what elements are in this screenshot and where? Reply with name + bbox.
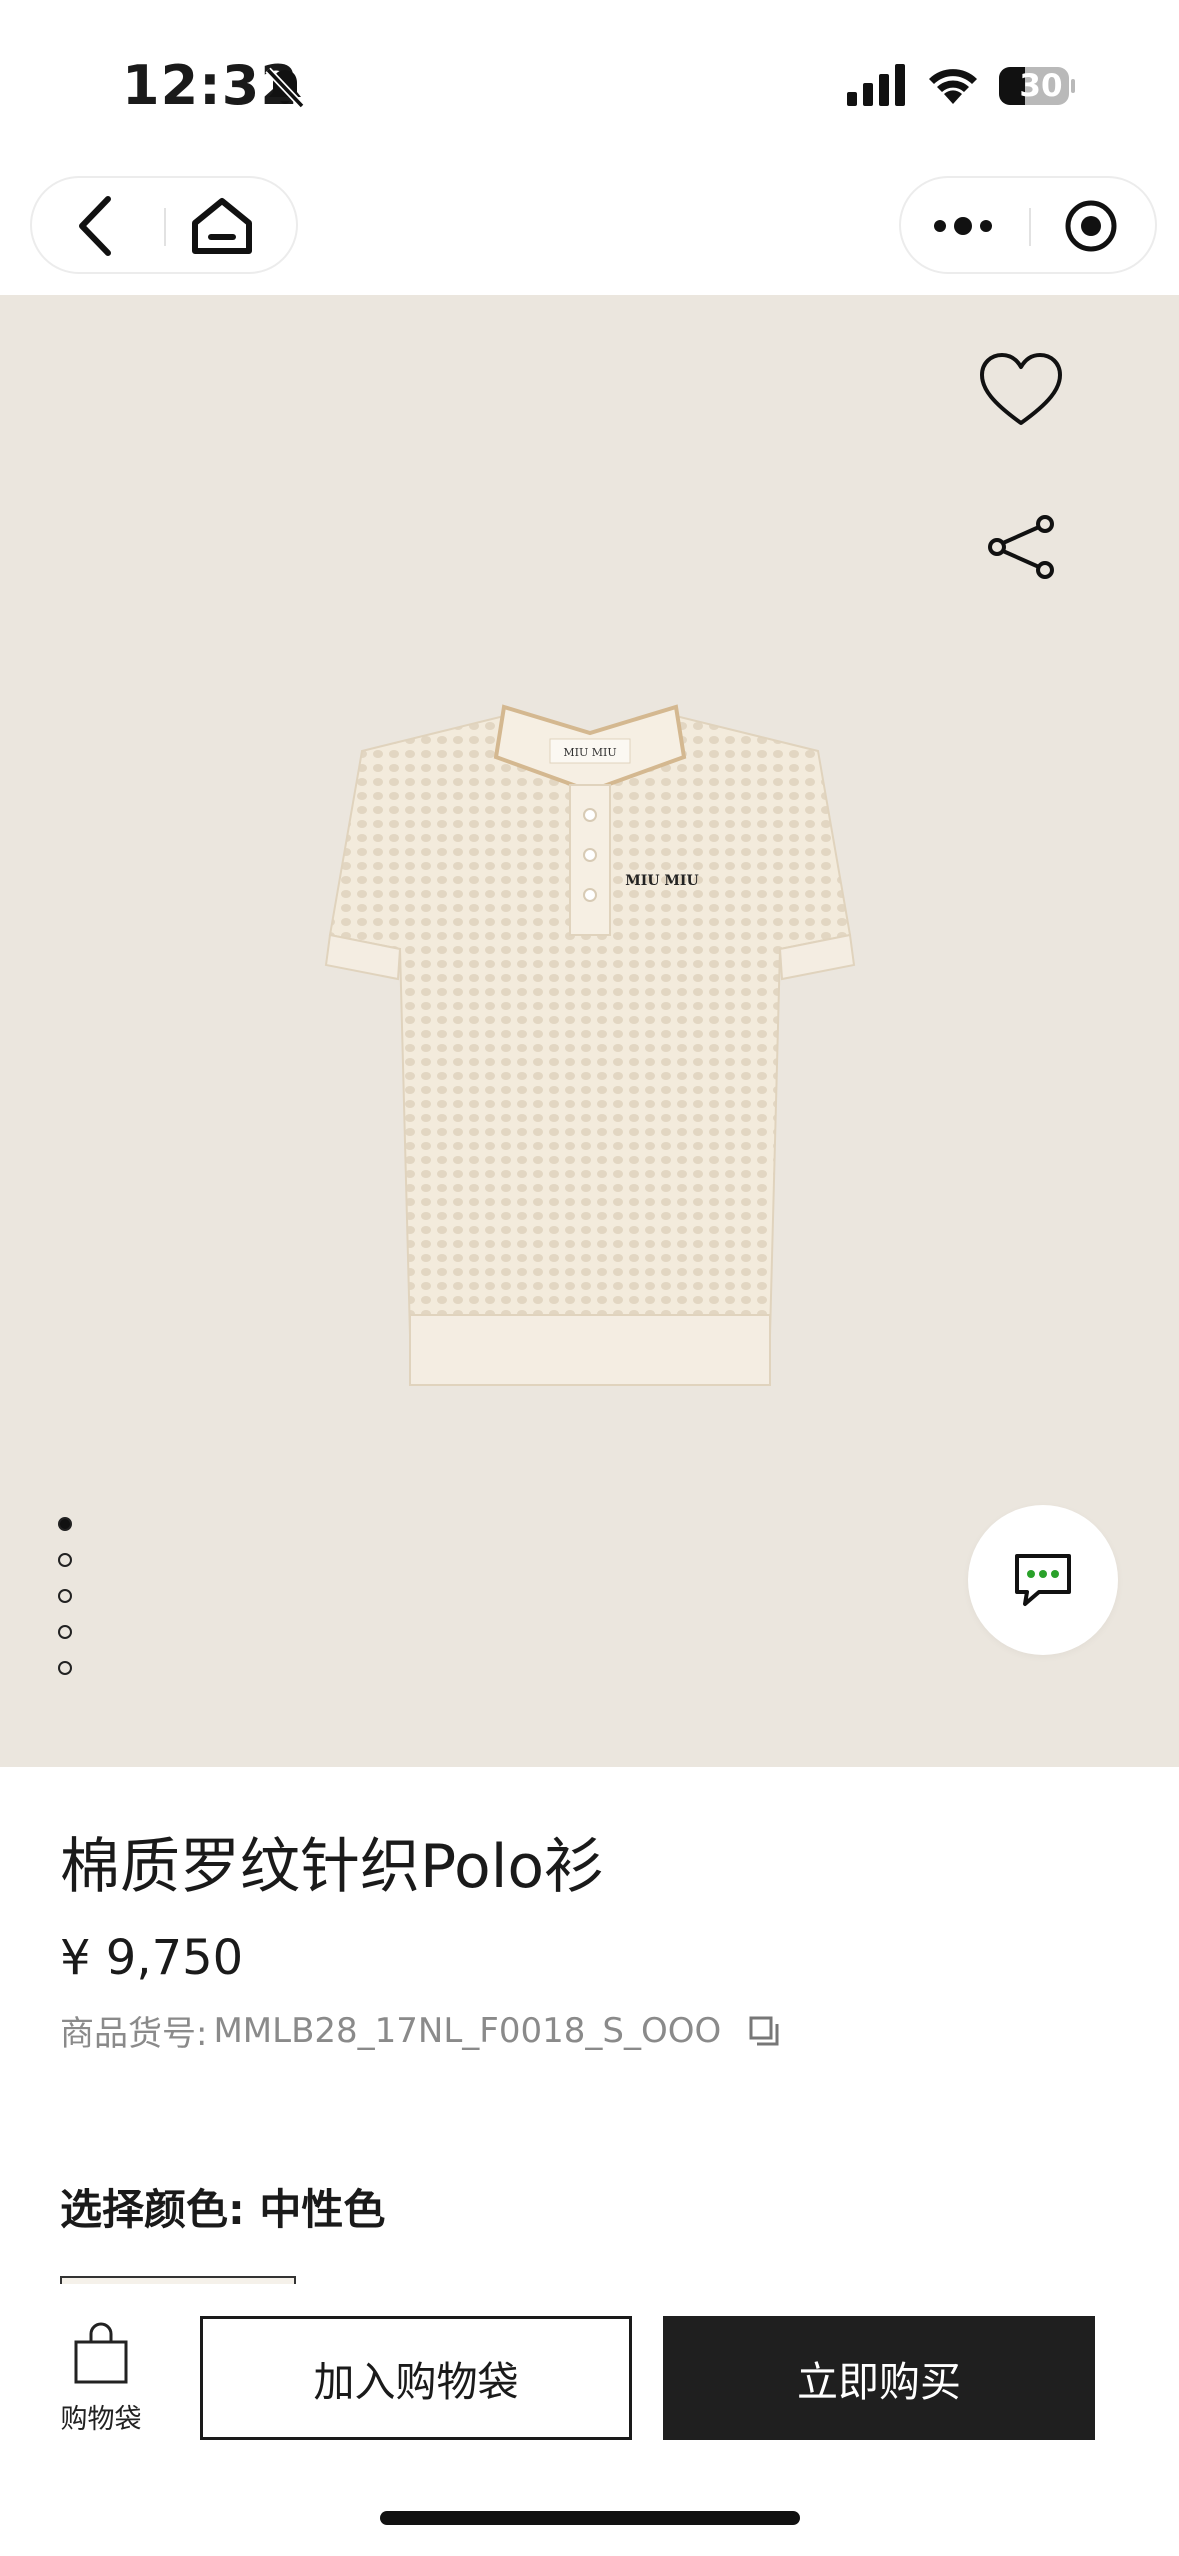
color-swatch[interactable]: [60, 2276, 296, 2284]
customer-service-button[interactable]: [968, 1505, 1118, 1655]
sku-value: MMLB28_17NL_F0018_S_OOO: [213, 2010, 722, 2051]
home-icon: [192, 198, 252, 254]
heart-icon[interactable]: [978, 351, 1064, 431]
cellular-signal-icon: [847, 64, 905, 106]
battery-level: 30: [1019, 68, 1063, 104]
more-button[interactable]: [923, 186, 1003, 266]
home-indicator[interactable]: [380, 2511, 800, 2525]
mute-bell-icon: [265, 67, 305, 109]
pagination-dot[interactable]: [58, 1625, 72, 1639]
gallery-pagination: [58, 1517, 78, 1697]
sku-row: 商品货号: MMLB28_17NL_F0018_S_OOO: [60, 2006, 781, 2055]
shopping-bag-icon: [74, 2322, 128, 2384]
color-selector-label: 选择颜色: 中性色: [60, 2185, 386, 2234]
status-bar: 12:32 30: [0, 0, 1179, 170]
product-title: 棉质罗纹针织Polo衫: [60, 1832, 605, 1902]
nav-capsule-right: [899, 176, 1157, 274]
home-button[interactable]: [182, 186, 262, 266]
copy-icon[interactable]: [747, 2014, 781, 2048]
pagination-dot-active[interactable]: [58, 1517, 72, 1531]
nav-capsule-left: [30, 176, 298, 274]
product-price: ¥ 9,750: [60, 1930, 244, 1986]
target-circle-icon: [1065, 200, 1117, 252]
back-button[interactable]: [56, 186, 136, 266]
buy-now-button[interactable]: 立即购买: [663, 2316, 1095, 2440]
share-icon[interactable]: [985, 515, 1057, 579]
add-to-bag-button[interactable]: 加入购物袋: [200, 2316, 632, 2440]
shopping-bag-button[interactable]: 购物袋: [56, 2322, 146, 2436]
more-dots-icon: [934, 217, 992, 235]
chevron-left-icon: [79, 196, 111, 256]
shopping-bag-label: 购物袋: [60, 2404, 142, 2435]
pagination-dot[interactable]: [58, 1589, 72, 1603]
chat-bubble-icon: [1015, 1554, 1071, 1606]
product-image[interactable]: MIU MIU MIU MIU: [290, 635, 890, 1395]
pagination-dot[interactable]: [58, 1661, 72, 1675]
capsule-divider: [1029, 208, 1031, 246]
product-gallery[interactable]: MIU MIU MIU MIU: [0, 295, 1179, 1767]
chest-logo: MIU MIU: [625, 873, 698, 889]
capsule-divider: [164, 208, 166, 246]
neck-label-logo: MIU MIU: [563, 746, 616, 759]
wifi-icon: [929, 69, 977, 104]
sku-label: 商品货号:: [60, 2014, 208, 2054]
pagination-dot[interactable]: [58, 1553, 72, 1567]
close-miniprogram-button[interactable]: [1051, 186, 1131, 266]
